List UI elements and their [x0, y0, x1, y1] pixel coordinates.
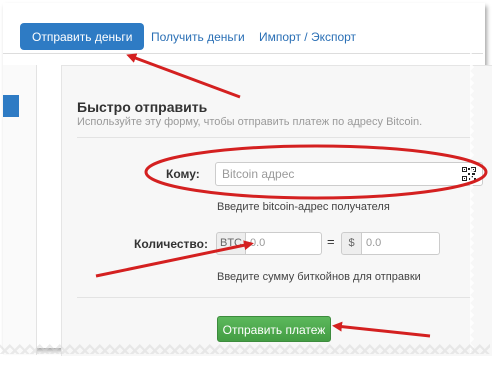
amount-help-text: Введите сумму биткойнов для отправки: [217, 271, 421, 283]
sidebar: [3, 65, 37, 355]
tab-bar: Отправить деньги Получить деньги Импорт …: [3, 3, 483, 54]
btc-addon: BTC: [216, 232, 246, 255]
torn-edge-right: [466, 3, 474, 353]
address-placeholder: Bitcoin адрес: [222, 167, 295, 181]
divider-top: [77, 137, 472, 138]
address-help-text: Введите bitcoin-адрес получателя: [217, 201, 390, 213]
section-title: Быстро отправить: [77, 99, 208, 115]
page: Отправить деньги Получить деньги Импорт …: [3, 3, 492, 356]
send-payment-button[interactable]: Отправить платеж: [217, 316, 331, 342]
divider-bottom: [77, 297, 472, 298]
usd-amount-input[interactable]: 0.0: [362, 232, 440, 255]
tab-send-money[interactable]: Отправить деньги: [20, 23, 145, 50]
tab-import-export[interactable]: Импорт / Экспорт: [247, 23, 368, 51]
equals-sign: =: [327, 234, 335, 249]
usd-addon: $: [341, 232, 362, 255]
sidebar-active-item[interactable]: [3, 95, 19, 117]
address-input[interactable]: Bitcoin адрес: [215, 162, 483, 186]
torn-edge-bottom: [0, 344, 490, 354]
screenshot-stage: Отправить деньги Получить деньги Импорт …: [0, 0, 499, 366]
amount-label: Количество:: [134, 237, 208, 251]
tab-receive-money[interactable]: Получить деньги: [139, 23, 257, 51]
btc-amount-input[interactable]: 0.0: [246, 232, 322, 255]
to-label: Кому:: [166, 167, 200, 181]
section-description: Используйте эту форму, чтобы отправить п…: [77, 116, 423, 128]
